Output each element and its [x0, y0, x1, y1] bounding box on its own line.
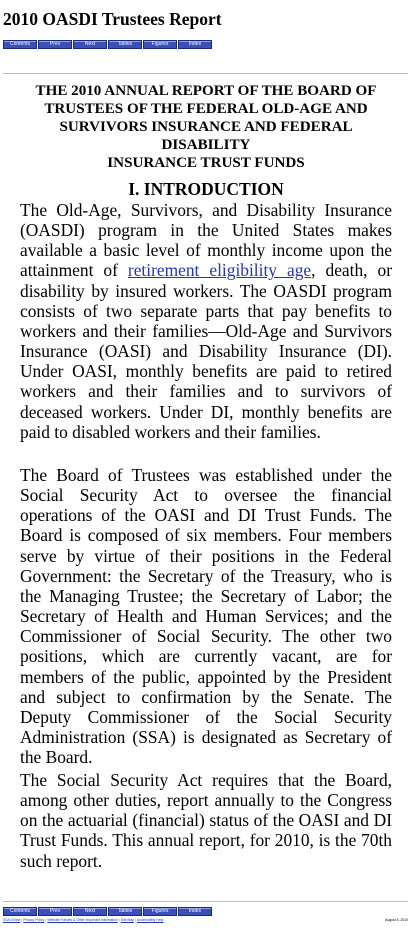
footer-link-accessibility-help[interactable]: Accessibility Help — [137, 918, 163, 922]
report-heading-line: INSURANCE TRUST FUNDS — [107, 155, 305, 171]
nav-tables-button[interactable]: Tables — [108, 40, 142, 49]
intro-paragraph-2: The Board of Trustees was established un… — [20, 465, 392, 768]
footer-separator: | — [135, 918, 137, 922]
page-footer: SSA Online|Privacy Policy|Website Polici… — [3, 918, 408, 926]
report-heading-line: SURVIVORS INSURANCE AND FEDERAL — [59, 119, 353, 135]
footer-link-privacy-policy[interactable]: Privacy Policy — [23, 918, 44, 922]
bottom-nav-bar: Contents Prev Next Tables Figures Index — [3, 907, 213, 916]
report-heading-line: THE 2010 ANNUAL REPORT OF THE BOARD OF — [35, 83, 377, 99]
footer-link-ssa-online[interactable]: SSA Online — [3, 918, 20, 922]
nav-next-button[interactable]: Next — [73, 40, 107, 49]
nav-figures-button[interactable]: Figures — [143, 40, 177, 49]
footer-date: August 5, 2010 — [385, 918, 408, 922]
footer-links: SSA Online|Privacy Policy|Website Polici… — [3, 918, 163, 923]
nav-contents-button[interactable]: Contents — [3, 907, 37, 916]
footer-separator: | — [118, 918, 120, 922]
report-heading-line: DISABILITY — [161, 137, 251, 153]
top-nav-bar: Contents Prev Next Tables Figures Index — [3, 40, 213, 49]
paragraph-text: , death, or disability by insured worker… — [20, 260, 392, 442]
report-heading-line: TRUSTEES OF THE FEDERAL OLD-AGE AND — [44, 101, 368, 117]
footer-link-site-map[interactable]: Site Map — [121, 918, 134, 922]
nav-index-button[interactable]: Index — [178, 907, 212, 916]
footer-link-website-policies[interactable]: Website Policies & Other Important Infor… — [47, 918, 118, 922]
nav-next-button[interactable]: Next — [73, 907, 107, 916]
intro-paragraph-3: The Social Security Act requires that th… — [20, 770, 392, 871]
nav-prev-button[interactable]: Prev — [38, 40, 72, 49]
nav-prev-button[interactable]: Prev — [38, 907, 72, 916]
nav-tables-button[interactable]: Tables — [108, 907, 142, 916]
report-heading: THE 2010 ANNUAL REPORT OF THE BOARD OF T… — [20, 82, 392, 172]
retirement-eligibility-age-link[interactable]: retirement eligibility age — [128, 260, 311, 280]
section-title: I. INTRODUCTION — [128, 179, 284, 199]
nav-index-button[interactable]: Index — [178, 40, 212, 49]
nav-contents-button[interactable]: Contents — [3, 40, 37, 49]
nav-figures-button[interactable]: Figures — [143, 907, 177, 916]
bottom-divider — [3, 901, 408, 902]
intro-paragraph-1: The Old-Age, Survivors, and Disability I… — [20, 200, 392, 442]
page-title: 2010 OASDI Trustees Report — [3, 9, 222, 29]
top-divider — [3, 73, 408, 74]
